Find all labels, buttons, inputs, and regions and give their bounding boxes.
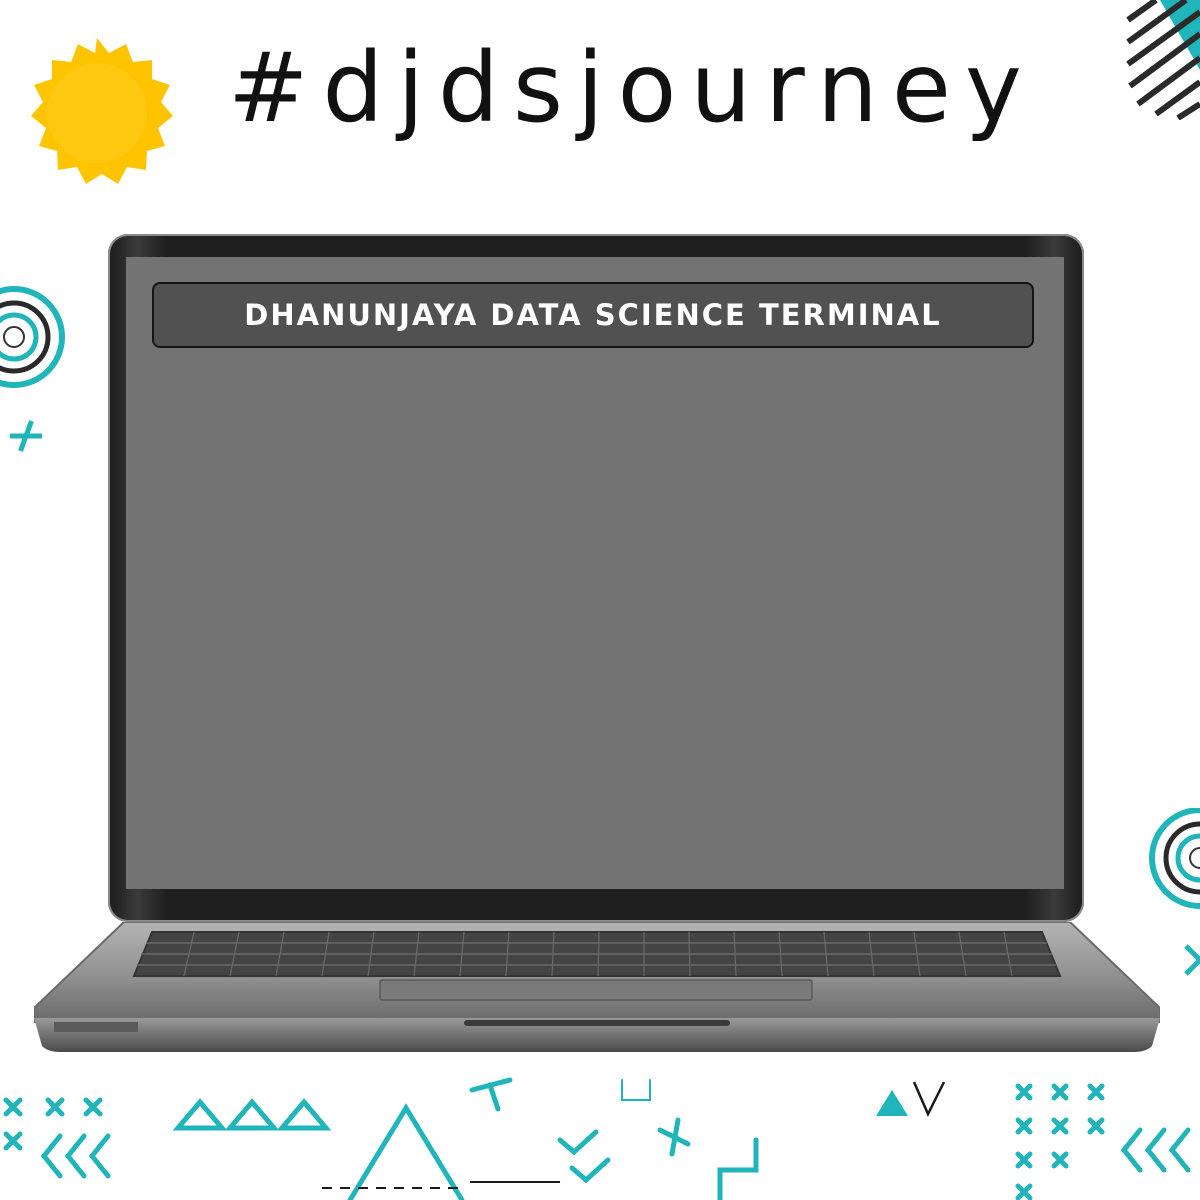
concentric-circles-icon (0, 286, 65, 388)
yellow-badge-icon (31, 38, 173, 184)
hashtag-title: #djdsjourney (228, 32, 1036, 144)
diagonal-stripes-icon (1126, 0, 1200, 120)
terminal-title: DHANUNJAYA DATA SCIENCE TERMINAL (244, 298, 942, 332)
cross-icon (10, 420, 42, 452)
cross-icon (1184, 944, 1200, 976)
laptop-screen (126, 257, 1064, 889)
bottom-decorations (3, 1077, 1191, 1200)
vent-grille-icon (54, 1022, 138, 1032)
terminal-title-bar: DHANUNJAYA DATA SCIENCE TERMINAL (152, 282, 1034, 348)
concentric-circles-icon (1149, 808, 1200, 909)
laptop-base (34, 922, 1160, 1052)
